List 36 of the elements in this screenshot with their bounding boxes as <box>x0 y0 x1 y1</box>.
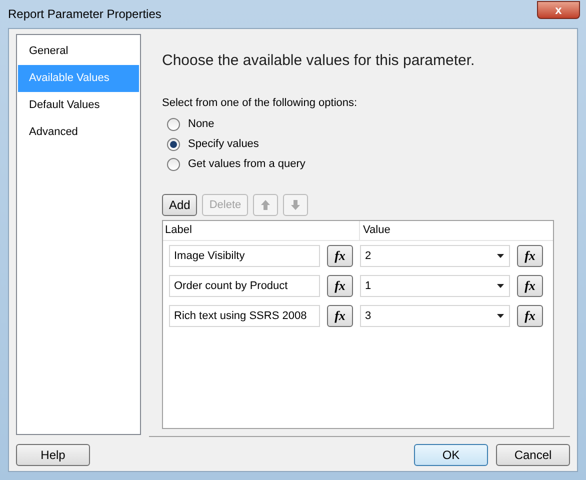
sidebar-item[interactable]: General <box>18 38 139 65</box>
expression-button[interactable]: fx <box>517 275 543 297</box>
radio-label[interactable]: Get values from a query <box>188 156 306 172</box>
label-field[interactable]: Image Visibilty <box>169 245 320 267</box>
label-field[interactable]: Rich text using SSRS 2008 <box>169 305 320 327</box>
dropdown-caret-icon <box>497 254 504 258</box>
cancel-button[interactable]: Cancel <box>496 444 570 466</box>
options-label: Select from one of the following options: <box>162 96 358 110</box>
sidebar-item[interactable]: Advanced <box>18 119 139 146</box>
toolbar-button[interactable]: Add <box>162 194 198 216</box>
radio-button[interactable] <box>167 138 180 150</box>
ok-button[interactable]: OK <box>414 444 488 466</box>
sidebar-item[interactable]: Default Values <box>18 92 139 119</box>
expression-button[interactable]: fx <box>517 245 543 267</box>
help-button[interactable]: Help <box>16 444 90 466</box>
up-arrow-icon <box>261 200 270 210</box>
dropdown-caret-icon <box>497 284 504 288</box>
column-header: Label <box>163 221 360 240</box>
radio-label[interactable]: None <box>188 116 214 132</box>
radio-button[interactable] <box>167 118 180 130</box>
expression-button[interactable]: fx <box>327 245 353 267</box>
expression-button[interactable]: fx <box>327 275 353 297</box>
down-arrow-icon <box>291 200 300 210</box>
radio-button[interactable] <box>167 158 180 170</box>
close-button[interactable]: x <box>537 1 580 19</box>
column-header: Value <box>362 223 392 238</box>
value-dropdown[interactable]: 1 <box>360 275 510 297</box>
dropdown-caret-icon <box>497 314 504 318</box>
expression-button[interactable]: fx <box>327 305 353 327</box>
label-field[interactable]: Order count by Product <box>169 275 320 297</box>
window-title: Report Parameter Properties <box>8 6 162 23</box>
value-dropdown[interactable]: 2 <box>360 245 510 267</box>
value-dropdown[interactable]: 3 <box>360 305 510 327</box>
expression-button[interactable]: fx <box>517 305 543 327</box>
page-heading: Choose the available values for this parameter. <box>162 51 476 71</box>
radio-label[interactable]: Specify values <box>188 136 259 152</box>
